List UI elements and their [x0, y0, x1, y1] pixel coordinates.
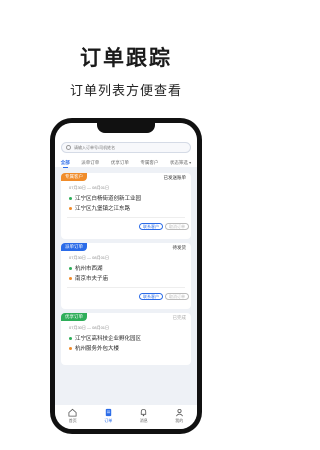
tab-exclusive[interactable]: 专属客户: [140, 160, 158, 166]
origin-dot-icon: [69, 266, 72, 270]
destination-dot-icon: [69, 276, 72, 280]
tab-premium[interactable]: 优享订单: [111, 160, 129, 166]
order-origin: 江宁区白杨街道创新工业园: [69, 194, 141, 202]
bottom-nav: 首页 订单 消息 我的: [55, 405, 197, 429]
phone-screen: 全部 派单订单 优享订单 专属客户 状态筛选 ▾ 专属客户 已发送账单 07月3…: [55, 123, 197, 429]
nav-home-label: 首页: [68, 418, 77, 423]
order-destination: 南京市夫子庙: [69, 274, 108, 282]
user-icon: [175, 408, 183, 417]
search-input[interactable]: [74, 145, 184, 150]
order-badge: 专属客户: [61, 173, 87, 181]
nav-orders-label: 订单: [104, 418, 113, 423]
origin-text: 杭州市西湖: [75, 266, 103, 272]
hero-title: 订单跟踪: [80, 47, 172, 70]
contact-customer-button[interactable]: 联系客户: [139, 293, 163, 300]
order-destination: 江宁区九堡镇之江东路: [69, 204, 130, 212]
cancel-order-button[interactable]: 取消订单: [165, 223, 189, 230]
nav-home[interactable]: 首页: [60, 408, 86, 424]
order-date: 07月30日 — 08月01日: [69, 185, 110, 190]
hero-subtitle: 订单列表方便查看: [69, 83, 182, 98]
nav-profile[interactable]: 我的: [166, 408, 192, 424]
tab-bar: 全部 派单订单 优享订单 专属客户 状态筛选 ▾: [55, 158, 197, 168]
order-status: 待发货: [172, 245, 187, 250]
search-box[interactable]: [61, 142, 191, 153]
order-badge: 派单订单: [61, 243, 87, 251]
nav-profile-label: 我的: [175, 418, 184, 423]
nav-orders[interactable]: 订单: [95, 408, 121, 424]
nav-messages[interactable]: 消息: [131, 408, 157, 424]
phone-notch: [97, 123, 155, 133]
order-badge: 优享订单: [61, 313, 87, 321]
nav-messages-label: 消息: [139, 418, 148, 423]
phone-frame: 全部 派单订单 优享订单 专属客户 状态筛选 ▾ 专属客户 已发送账单 07月3…: [50, 118, 202, 434]
divider: [67, 217, 185, 218]
order-date: 07月30日 — 08月01日: [69, 255, 110, 260]
search-icon: [66, 145, 71, 150]
destination-dot-icon: [69, 346, 72, 350]
status-filter-label: 状态筛选: [169, 159, 188, 165]
order-origin: 杭州市西湖: [69, 264, 103, 272]
order-card[interactable]: 派单订单 待发货 07月30日 — 08月01日 杭州市西湖 南京市夫子庙 联系…: [61, 243, 191, 309]
tab-all[interactable]: 全部: [61, 160, 70, 168]
origin-text: 江宁区白杨街道创新工业园: [75, 196, 142, 202]
order-card[interactable]: 专属客户 已发送账单 07月30日 — 08月01日 江宁区白杨街道创新工业园 …: [61, 173, 191, 239]
destination-text: 南京市夫子庙: [75, 276, 109, 282]
cancel-order-button[interactable]: 取消订单: [165, 293, 189, 300]
order-card[interactable]: 优享订单 已完成 07月30日 — 08月01日 江宁区高科技企业孵化园区 杭州…: [61, 313, 191, 365]
bell-icon: [141, 408, 147, 417]
origin-dot-icon: [69, 196, 72, 200]
contact-customer-button[interactable]: 联系客户: [139, 223, 163, 230]
origin-text: 江宁区高科技企业孵化园区: [75, 336, 142, 342]
tab-status-filter[interactable]: 状态筛选 ▾: [170, 160, 191, 166]
destination-text: 杭州服务外包大楼: [75, 346, 120, 352]
chevron-down-icon: ▾: [189, 159, 192, 165]
order-destination: 杭州服务外包大楼: [69, 344, 119, 352]
order-status: 已完成: [172, 315, 187, 320]
divider: [67, 287, 185, 288]
destination-text: 江宁区九堡镇之江东路: [75, 206, 131, 212]
order-date: 07月30日 — 08月01日: [69, 325, 110, 330]
destination-dot-icon: [69, 206, 72, 210]
origin-dot-icon: [69, 336, 72, 340]
order-status: 已发送账单: [163, 175, 187, 180]
order-origin: 江宁区高科技企业孵化园区: [69, 334, 141, 342]
home-icon: [68, 408, 77, 417]
tab-dispatch[interactable]: 派单订单: [81, 160, 99, 166]
order-icon: [105, 408, 111, 417]
